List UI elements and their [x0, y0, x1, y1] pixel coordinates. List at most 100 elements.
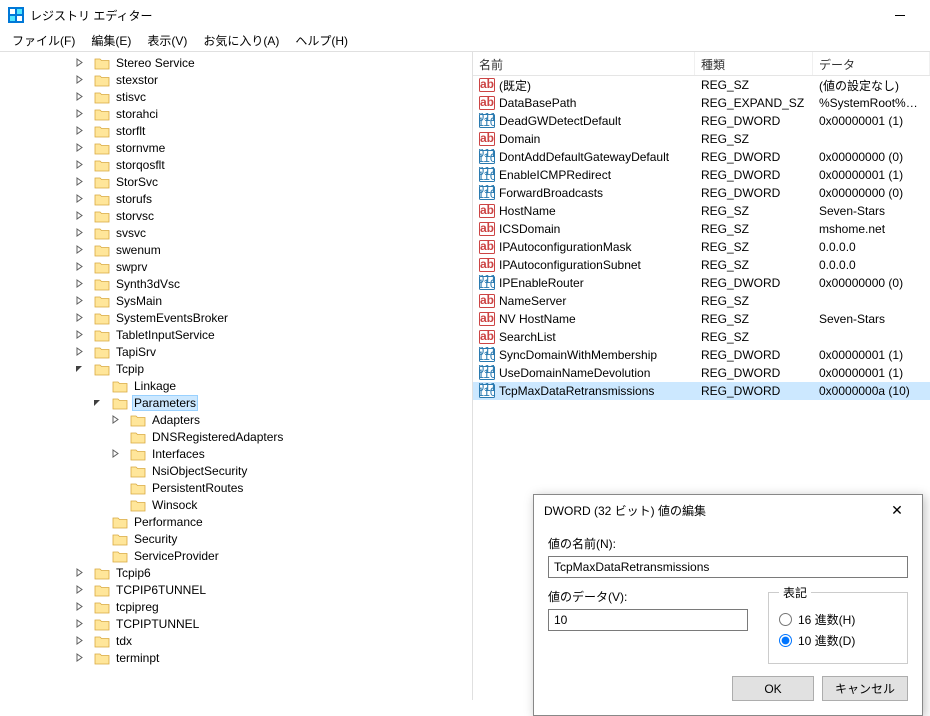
chevron-right-icon[interactable] [72, 634, 86, 648]
tree-node[interactable]: Winsock [0, 496, 472, 513]
value-row[interactable]: DeadGWDetectDefaultREG_DWORD0x00000001 (… [473, 112, 930, 130]
chevron-down-icon[interactable] [90, 396, 104, 410]
chevron-right-icon[interactable] [72, 583, 86, 597]
tree-node-label[interactable]: stisvc [114, 90, 148, 104]
tree-node-label[interactable]: Stereo Service [114, 56, 197, 70]
value-row[interactable]: IPAutoconfigurationSubnetREG_SZ0.0.0.0 [473, 256, 930, 274]
tree-node[interactable]: Tcpip [0, 360, 472, 377]
menu-edit[interactable]: 編集(E) [83, 30, 139, 51]
tree-node[interactable]: NsiObjectSecurity [0, 462, 472, 479]
value-row[interactable]: TcpMaxDataRetransmissionsREG_DWORD0x0000… [473, 382, 930, 400]
tree-node-label[interactable]: Security [132, 532, 179, 546]
radix-hex-radio[interactable] [779, 613, 792, 626]
tree-node-label[interactable]: Performance [132, 515, 205, 529]
chevron-right-icon[interactable] [72, 192, 86, 206]
tree-node[interactable]: TabletInputService [0, 326, 472, 343]
tree-node[interactable]: Parameters [0, 394, 472, 411]
tree-node-label[interactable]: svsvc [114, 226, 148, 240]
tree-node[interactable]: Stereo Service [0, 54, 472, 71]
tree-node[interactable]: terminpt [0, 649, 472, 666]
value-row[interactable]: SyncDomainWithMembershipREG_DWORD0x00000… [473, 346, 930, 364]
chevron-right-icon[interactable] [72, 107, 86, 121]
tree-node-label[interactable]: tcpipreg [114, 600, 161, 614]
chevron-right-icon[interactable] [72, 600, 86, 614]
tree-node-label[interactable]: Tcpip [114, 362, 146, 376]
value-row[interactable]: NV HostNameREG_SZSeven-Stars [473, 310, 930, 328]
tree-node-label[interactable]: terminpt [114, 651, 161, 665]
tree-node-label[interactable]: StorSvc [114, 175, 160, 189]
menu-file[interactable]: ファイル(F) [4, 30, 83, 51]
tree-node[interactable]: Adapters [0, 411, 472, 428]
chevron-right-icon[interactable] [72, 617, 86, 631]
chevron-right-icon[interactable] [72, 345, 86, 359]
value-data-input[interactable] [548, 609, 748, 631]
chevron-right-icon[interactable] [72, 277, 86, 291]
chevron-right-icon[interactable] [72, 158, 86, 172]
tree-node-label[interactable]: SystemEventsBroker [114, 311, 230, 325]
tree-node-label[interactable]: Synth3dVsc [114, 277, 182, 291]
col-header-data[interactable]: データ [813, 52, 930, 75]
tree-node-label[interactable]: PersistentRoutes [150, 481, 245, 495]
tree-node-label[interactable]: NsiObjectSecurity [150, 464, 249, 478]
close-icon[interactable]: ✕ [882, 495, 912, 525]
tree-node-label[interactable]: stornvme [114, 141, 167, 155]
tree-node[interactable]: stisvc [0, 88, 472, 105]
tree-node-label[interactable]: swprv [114, 260, 149, 274]
value-row[interactable]: NameServerREG_SZ [473, 292, 930, 310]
tree-node[interactable]: storahci [0, 105, 472, 122]
tree-node[interactable]: Security [0, 530, 472, 547]
tree-node[interactable]: Synth3dVsc [0, 275, 472, 292]
chevron-right-icon[interactable] [72, 90, 86, 104]
tree-node[interactable]: storvsc [0, 207, 472, 224]
chevron-right-icon[interactable] [72, 328, 86, 342]
tree-node-label[interactable]: TCPIP6TUNNEL [114, 583, 208, 597]
value-row[interactable]: SearchListREG_SZ [473, 328, 930, 346]
tree-node[interactable]: tcpipreg [0, 598, 472, 615]
tree-node-label[interactable]: tdx [114, 634, 134, 648]
chevron-right-icon[interactable] [72, 566, 86, 580]
tree-node-label[interactable]: storahci [114, 107, 160, 121]
chevron-right-icon[interactable] [72, 141, 86, 155]
value-row[interactable]: HostNameREG_SZSeven-Stars [473, 202, 930, 220]
cancel-button[interactable]: キャンセル [822, 676, 908, 701]
registry-tree[interactable]: Stereo Servicestexstorstisvcstorahcistor… [0, 52, 473, 700]
tree-node[interactable]: storufs [0, 190, 472, 207]
tree-node[interactable]: Interfaces [0, 445, 472, 462]
tree-node[interactable]: TCPIP6TUNNEL [0, 581, 472, 598]
tree-node[interactable]: storflt [0, 122, 472, 139]
menu-favorites[interactable]: お気に入り(A) [195, 30, 287, 51]
tree-node-label[interactable]: Winsock [150, 498, 199, 512]
menu-help[interactable]: ヘルプ(H) [287, 30, 356, 51]
tree-node[interactable]: stornvme [0, 139, 472, 156]
tree-node[interactable]: Linkage [0, 377, 472, 394]
tree-node-label[interactable]: Interfaces [150, 447, 207, 461]
tree-node[interactable]: tdx [0, 632, 472, 649]
tree-node-label[interactable]: storvsc [114, 209, 156, 223]
chevron-down-icon[interactable] [72, 362, 86, 376]
tree-node-label[interactable]: ServiceProvider [132, 549, 221, 563]
tree-node[interactable]: swenum [0, 241, 472, 258]
value-row[interactable]: ForwardBroadcastsREG_DWORD0x00000000 (0) [473, 184, 930, 202]
chevron-right-icon[interactable] [72, 56, 86, 70]
chevron-right-icon[interactable] [72, 243, 86, 257]
tree-node[interactable]: TapiSrv [0, 343, 472, 360]
tree-node[interactable]: TCPIPTUNNEL [0, 615, 472, 632]
value-row[interactable]: EnableICMPRedirectREG_DWORD0x00000001 (1… [473, 166, 930, 184]
tree-node[interactable]: SystemEventsBroker [0, 309, 472, 326]
tree-node[interactable]: svsvc [0, 224, 472, 241]
radix-hex-option[interactable]: 16 進数(H) [779, 611, 897, 628]
value-name-input[interactable] [548, 556, 908, 578]
col-header-name[interactable]: 名前 [473, 52, 695, 75]
chevron-right-icon[interactable] [72, 294, 86, 308]
chevron-right-icon[interactable] [108, 413, 122, 427]
tree-node[interactable]: Performance [0, 513, 472, 530]
tree-node-label[interactable]: swenum [114, 243, 163, 257]
chevron-right-icon[interactable] [72, 124, 86, 138]
tree-node[interactable]: ServiceProvider [0, 547, 472, 564]
tree-node[interactable]: storqosflt [0, 156, 472, 173]
tree-node[interactable]: stexstor [0, 71, 472, 88]
value-row[interactable]: ICSDomainREG_SZmshome.net [473, 220, 930, 238]
value-row[interactable]: UseDomainNameDevolutionREG_DWORD0x000000… [473, 364, 930, 382]
tree-node-label[interactable]: Parameters [132, 395, 198, 411]
value-row[interactable]: IPEnableRouterREG_DWORD0x00000000 (0) [473, 274, 930, 292]
